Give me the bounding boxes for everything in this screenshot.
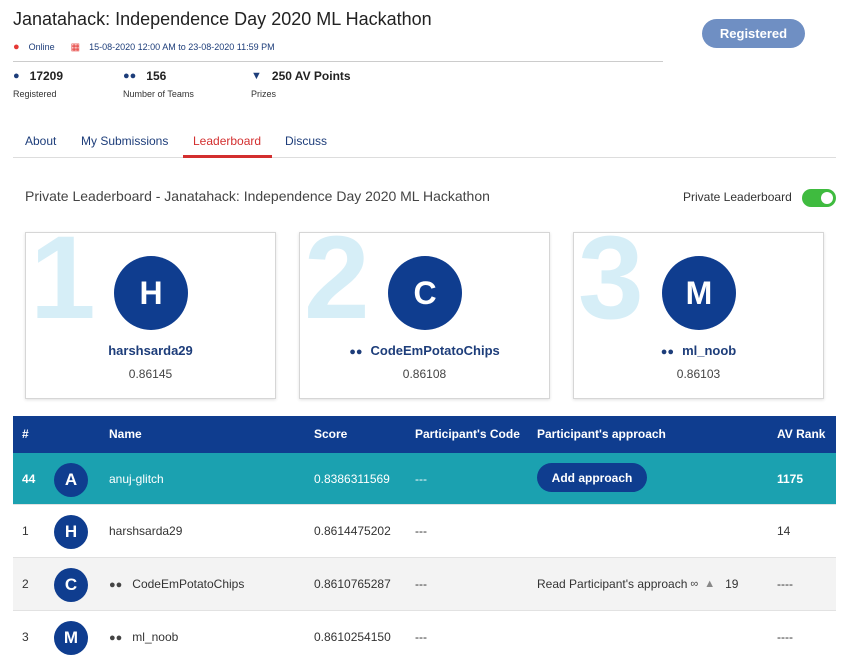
- tab-my-submissions[interactable]: My Submissions: [81, 134, 168, 148]
- podium-rank: 1: [30, 232, 96, 344]
- podium-name[interactable]: CodeEmPotatoChips: [371, 343, 500, 358]
- column-header-code: Participant's Code: [415, 427, 520, 441]
- row-name[interactable]: CodeEmPotatoChips: [132, 577, 244, 591]
- user-icon: ●: [13, 70, 20, 82]
- podium-name[interactable]: harshsarda29: [108, 343, 193, 358]
- add-approach-button[interactable]: Add approach: [537, 463, 647, 492]
- stat-label: Prizes: [251, 89, 277, 99]
- table-row: 1 H harshsarda29 0.8614475202 --- 14: [13, 505, 836, 558]
- row-rank: 44: [22, 472, 36, 486]
- column-header-av-rank: AV Rank: [777, 427, 826, 441]
- tab-leaderboard[interactable]: Leaderboard: [193, 134, 261, 148]
- table-row-current-user: 44 A anuj-glitch 0.8386311569 --- Add ap…: [13, 453, 836, 505]
- avatar[interactable]: M: [662, 256, 736, 330]
- avatar[interactable]: H: [114, 256, 188, 330]
- row-av-rank: ----: [777, 630, 793, 644]
- stat-label: Number of Teams: [123, 89, 194, 99]
- tab-discuss[interactable]: Discuss: [285, 134, 327, 148]
- podium-rank: 2: [304, 232, 370, 344]
- active-tab-indicator: [183, 155, 272, 158]
- link-icon[interactable]: ∞: [690, 578, 698, 590]
- stat-value: 17209: [29, 69, 64, 83]
- tab-about[interactable]: About: [25, 134, 56, 148]
- row-av-rank: ----: [777, 577, 793, 591]
- column-header-approach: Participant's approach: [537, 427, 666, 441]
- read-approach-link[interactable]: Read Participant's approach: [537, 577, 687, 591]
- header-divider: [13, 61, 663, 62]
- like-count: 19: [725, 577, 739, 591]
- stat-value: 156: [146, 69, 167, 83]
- avatar[interactable]: A: [54, 463, 88, 497]
- leaderboard-table: # Name Score Participant's Code Particip…: [13, 416, 836, 655]
- row-av-rank: 1175: [777, 472, 804, 486]
- column-header-rank: #: [22, 427, 29, 441]
- podium-card-1: 1 H harshsarda29 0.86145: [25, 232, 276, 399]
- row-name[interactable]: ml_noob: [132, 630, 178, 644]
- row-code: ---: [415, 472, 427, 486]
- team-icon: ●●: [660, 346, 675, 358]
- event-meta: ● Online ▦ 15-08-2020 12:00 AM to 23-08-…: [13, 41, 275, 53]
- approach-cell: Read Participant's approach ∞ ▲ 19: [537, 577, 738, 591]
- row-rank: 3: [22, 630, 29, 644]
- calendar-icon: ▦: [70, 41, 81, 53]
- event-dates: 15-08-2020 12:00 AM to 23-08-2020 11:59 …: [89, 42, 275, 52]
- podium-card-3: 3 M ●● ml_noob 0.86103: [573, 232, 824, 399]
- tab-bar: About My Submissions Leaderboard Discuss: [13, 127, 836, 158]
- team-icon: ●●: [109, 579, 123, 591]
- stat-value: 250 AV Points: [271, 69, 351, 83]
- row-name[interactable]: anuj-glitch: [109, 472, 164, 486]
- location-pin-icon: ●: [13, 41, 20, 53]
- row-score: 0.8614475202: [314, 524, 391, 538]
- column-header-score: Score: [314, 427, 348, 441]
- trophy-icon: ▼: [251, 70, 262, 82]
- team-icon: ●●: [109, 632, 123, 644]
- podium-score: 0.86145: [128, 367, 173, 381]
- avatar[interactable]: H: [54, 515, 88, 549]
- table-row: 3 M ●● ml_noob 0.8610254150 --- ----: [13, 611, 836, 655]
- stat-teams: ●● 156 Number of Teams: [123, 69, 194, 99]
- podium-score: 0.86103: [676, 367, 721, 381]
- row-score: 0.8610254150: [314, 630, 391, 644]
- thumbs-up-icon[interactable]: ▲: [704, 578, 715, 590]
- podium-score: 0.86108: [402, 367, 447, 381]
- row-rank: 2: [22, 577, 29, 591]
- table-row: 2 C ●● CodeEmPotatoChips 0.8610765287 ---…: [13, 558, 836, 611]
- users-icon: ●●: [123, 70, 137, 82]
- stat-label: Registered: [13, 89, 57, 99]
- event-location: Online: [28, 42, 55, 52]
- toggle-knob: [821, 192, 833, 204]
- row-name[interactable]: harshsarda29: [109, 524, 182, 538]
- event-title: Janatahack: Independence Day 2020 ML Hac…: [13, 9, 432, 29]
- stat-prizes: ▼ 250 AV Points Prizes: [251, 69, 351, 99]
- row-code: ---: [415, 524, 427, 538]
- podium-name[interactable]: ml_noob: [682, 343, 736, 358]
- row-av-rank: 14: [777, 524, 791, 538]
- registered-button[interactable]: Registered: [702, 19, 805, 48]
- avatar[interactable]: C: [388, 256, 462, 330]
- table-header: # Name Score Participant's Code Particip…: [13, 416, 836, 453]
- leaderboard-title: Private Leaderboard - Janatahack: Indepe…: [25, 188, 490, 204]
- avatar[interactable]: M: [54, 621, 88, 655]
- row-code: ---: [415, 577, 427, 591]
- column-header-name: Name: [109, 427, 142, 441]
- row-code: ---: [415, 630, 427, 644]
- team-icon: ●●: [349, 346, 363, 358]
- row-score: 0.8610765287: [314, 577, 391, 591]
- stat-registered: ● 17209 Registered: [13, 69, 63, 99]
- podium-rank: 3: [578, 232, 644, 344]
- row-rank: 1: [22, 524, 29, 538]
- row-score: 0.8386311569: [314, 472, 390, 486]
- private-leaderboard-label: Private Leaderboard: [683, 190, 792, 204]
- avatar[interactable]: C: [54, 568, 88, 602]
- podium-card-2: 2 C ●● CodeEmPotatoChips 0.86108: [299, 232, 550, 399]
- private-leaderboard-toggle[interactable]: [802, 189, 836, 207]
